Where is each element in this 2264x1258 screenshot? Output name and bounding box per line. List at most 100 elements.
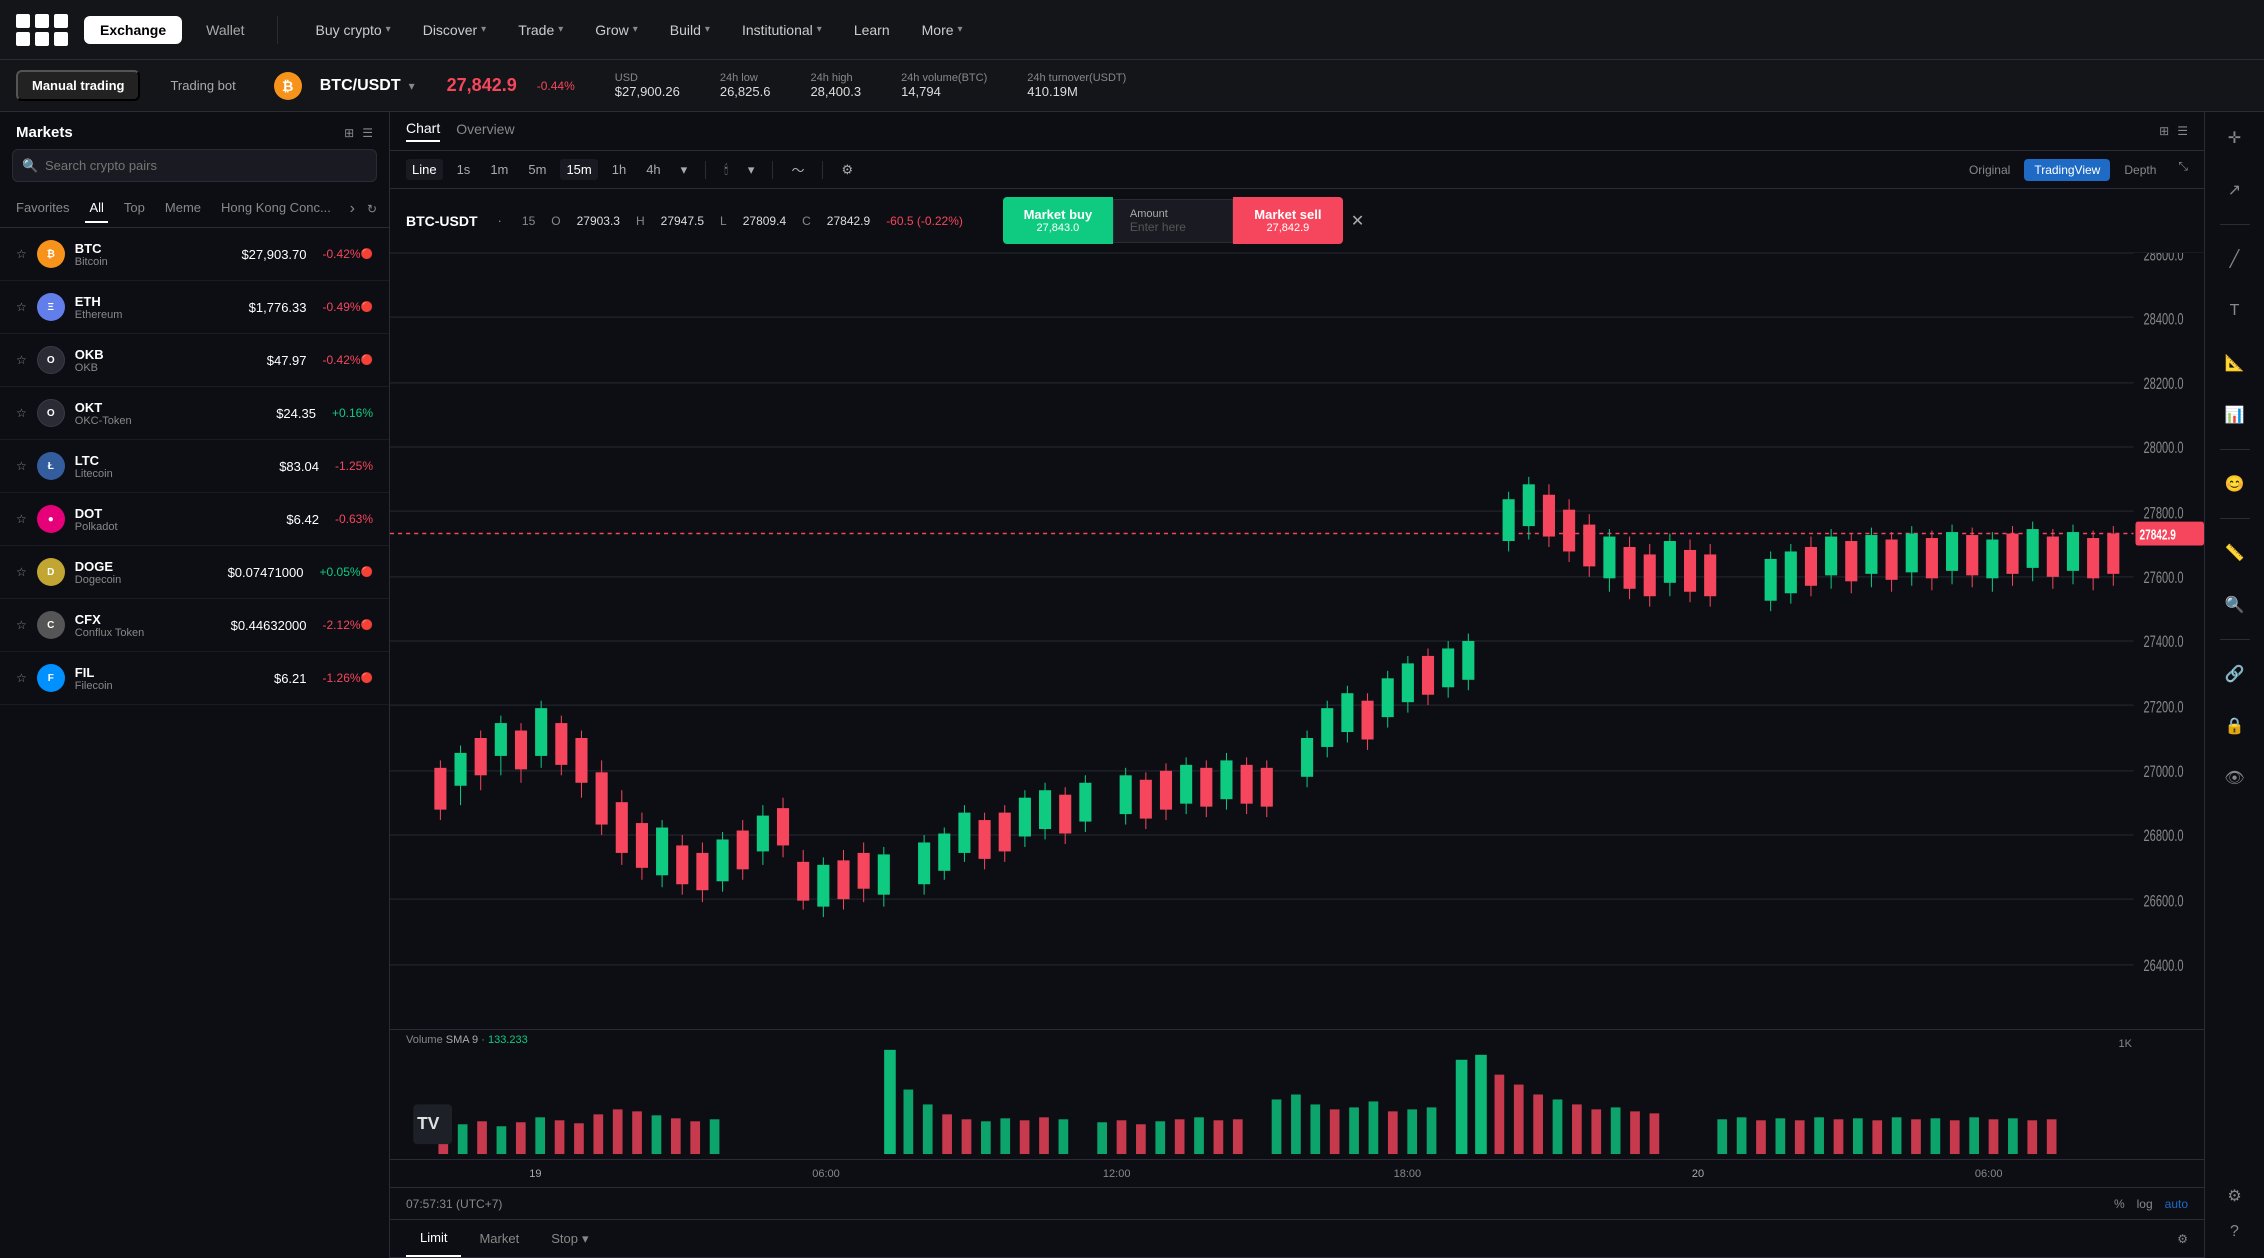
more-chevron: ▾ (958, 24, 963, 35)
wallet-tab[interactable]: Wallet (190, 16, 260, 44)
ltc-price: $83.04 (279, 459, 319, 474)
expand-icon[interactable]: ⤡ (2178, 159, 2188, 181)
percent-scale-btn[interactable]: % (2114, 1197, 2125, 1211)
depth-view-btn[interactable]: Depth (2114, 159, 2166, 181)
time-label-1800: 18:00 (1262, 1168, 1553, 1180)
institutional-link[interactable]: Institutional ▾ (728, 16, 836, 44)
toolbar-5m[interactable]: 5m (522, 159, 552, 180)
filter-tab-top[interactable]: Top (120, 194, 149, 223)
toolbar-settings[interactable]: ⚙ (835, 159, 859, 181)
grow-link[interactable]: Grow ▾ (581, 16, 651, 44)
limit-tab[interactable]: Limit (406, 1220, 461, 1257)
favorite-star-eth[interactable]: ☆ (16, 300, 27, 314)
filter-tab-hk[interactable]: Hong Kong Conc... (217, 194, 335, 223)
toolbar-15m[interactable]: 15m (560, 159, 597, 180)
build-link[interactable]: Build ▾ (656, 16, 724, 44)
close-order-overlay-button[interactable]: ✕ (1351, 211, 1364, 231)
amount-input[interactable]: Amount Enter here (1113, 199, 1233, 243)
grid-icon[interactable]: ⊞ (344, 126, 354, 140)
favorite-star-doge[interactable]: ☆ (16, 565, 27, 579)
buy-crypto-link[interactable]: Buy crypto ▾ (302, 16, 405, 44)
toolbar-sep-2 (772, 161, 773, 179)
toolbar-candle-more[interactable]: ▾ (742, 159, 761, 181)
trading-bot-btn[interactable]: Trading bot (156, 72, 249, 99)
log-scale-btn[interactable]: log (2137, 1197, 2153, 1211)
lock-tool[interactable]: 🔒 (2217, 708, 2253, 744)
favorite-star-okt[interactable]: ☆ (16, 406, 27, 420)
auto-scale-btn[interactable]: auto (2165, 1197, 2188, 1211)
favorite-star-ltc[interactable]: ☆ (16, 459, 27, 473)
svg-text:28600.0: 28600.0 (2144, 253, 2184, 264)
filter-more-icon[interactable]: › (350, 200, 355, 218)
list-item[interactable]: ☆ O OKB OKB $47.97 -0.42% 🔴 (0, 334, 389, 387)
market-sell-button[interactable]: Market sell 27,842.9 (1233, 197, 1343, 244)
favorite-star-cfx[interactable]: ☆ (16, 618, 27, 632)
ruler-tool[interactable]: 📏 (2217, 535, 2253, 571)
help-icon[interactable]: ? (2217, 1214, 2253, 1250)
line-tool[interactable]: ╱ (2217, 241, 2253, 277)
list-item[interactable]: ☆ F FIL Filecoin $6.21 -1.26% 🔴 (0, 652, 389, 705)
toolbar-more-tf[interactable]: ▾ (675, 159, 694, 181)
list-view-icon[interactable]: ☰ (2177, 124, 2188, 138)
pair-selector[interactable]: ₿ BTC/USDT ▾ (274, 72, 415, 100)
refresh-icon[interactable]: ↻ (367, 202, 377, 216)
magnet-tool[interactable]: 🔗 (2217, 656, 2253, 692)
arrow-tool[interactable]: ↗ (2217, 172, 2253, 208)
tradingview-btn[interactable]: TradingView (2024, 159, 2110, 181)
toolbar-candle-type[interactable]: 🕯 (718, 159, 734, 181)
toolbar-1m[interactable]: 1m (484, 159, 514, 180)
toolbar-4h[interactable]: 4h (640, 159, 666, 180)
measure-tool[interactable]: 📐 (2217, 345, 2253, 381)
learn-link[interactable]: Learn (840, 16, 904, 44)
more-link[interactable]: More ▾ (908, 16, 977, 44)
list-item[interactable]: ☆ C CFX Conflux Token $0.44632000 -2.12%… (0, 599, 389, 652)
fil-info: FIL Filecoin (75, 665, 274, 692)
search-icon: 🔍 (22, 158, 38, 174)
list-item[interactable]: ☆ D DOGE Dogecoin $0.07471000 +0.05% 🔴 (0, 546, 389, 599)
original-view-btn[interactable]: Original (1959, 159, 2020, 181)
ohlc-close-value: 27842.9 (827, 214, 870, 228)
list-item[interactable]: ☆ ● DOT Polkadot $6.42 -0.63% (0, 493, 389, 546)
svg-text:28000.0: 28000.0 (2144, 438, 2184, 457)
grid-view-icon[interactable]: ⊞ (2159, 124, 2169, 138)
market-buy-button[interactable]: Market buy 27,843.0 (1003, 197, 1113, 244)
settings-gear-icon[interactable]: ⚙ (2217, 1178, 2253, 1214)
filter-tab-all[interactable]: All (85, 194, 107, 223)
crosshair-tool[interactable]: ✛ (2217, 120, 2253, 156)
favorite-star-fil[interactable]: ☆ (16, 671, 27, 685)
stop-tab[interactable]: Stop ▾ (537, 1221, 602, 1257)
trade-link[interactable]: Trade ▾ (504, 16, 577, 44)
toolbar-1h[interactable]: 1h (606, 159, 632, 180)
toolbar-line[interactable]: Line (406, 159, 443, 180)
exchange-tab[interactable]: Exchange (84, 16, 182, 44)
toolbar-indicator[interactable]: 〜 (785, 157, 810, 182)
chart-tab[interactable]: Chart (406, 120, 440, 142)
top-navigation: Exchange Wallet Buy crypto ▾ Discover ▾ … (0, 0, 2264, 60)
doge-info: DOGE Dogecoin (75, 559, 228, 586)
list-item[interactable]: ☆ O OKT OKC-Token $24.35 +0.16% (0, 387, 389, 440)
toolbar-1s[interactable]: 1s (451, 159, 477, 180)
market-tab[interactable]: Market (465, 1221, 533, 1256)
favorite-star-dot[interactable]: ☆ (16, 512, 27, 526)
list-icon[interactable]: ☰ (362, 126, 373, 140)
overview-tab[interactable]: Overview (456, 121, 514, 141)
zoom-tool[interactable]: 🔍 (2217, 587, 2253, 623)
favorite-star-okb[interactable]: ☆ (16, 353, 27, 367)
list-item[interactable]: ☆ Ξ ETH Ethereum $1,776.33 -0.49% 🔴 (0, 281, 389, 334)
order-form-settings[interactable]: ⚙ (2177, 1232, 2188, 1246)
indicator-tool[interactable]: 📊 (2217, 397, 2253, 433)
emoji-tool[interactable]: 😊 (2217, 466, 2253, 502)
svg-text:26800.0: 26800.0 (2144, 826, 2184, 845)
ohlc-open-label: O (551, 214, 560, 228)
manual-trading-btn[interactable]: Manual trading (16, 70, 140, 101)
list-item[interactable]: ☆ ₿ BTC Bitcoin $27,903.70 -0.42% 🔴 (0, 228, 389, 281)
eye-tool[interactable]: 👁 (2217, 760, 2253, 796)
search-input[interactable] (12, 149, 377, 182)
text-tool[interactable]: T (2217, 293, 2253, 329)
list-item[interactable]: ☆ Ł LTC Litecoin $83.04 -1.25% (0, 440, 389, 493)
filter-tab-favorites[interactable]: Favorites (12, 194, 73, 223)
discover-link[interactable]: Discover ▾ (409, 16, 501, 44)
favorite-star-btc[interactable]: ☆ (16, 247, 27, 261)
filter-tab-meme[interactable]: Meme (161, 194, 205, 223)
okx-logo[interactable] (16, 14, 68, 46)
